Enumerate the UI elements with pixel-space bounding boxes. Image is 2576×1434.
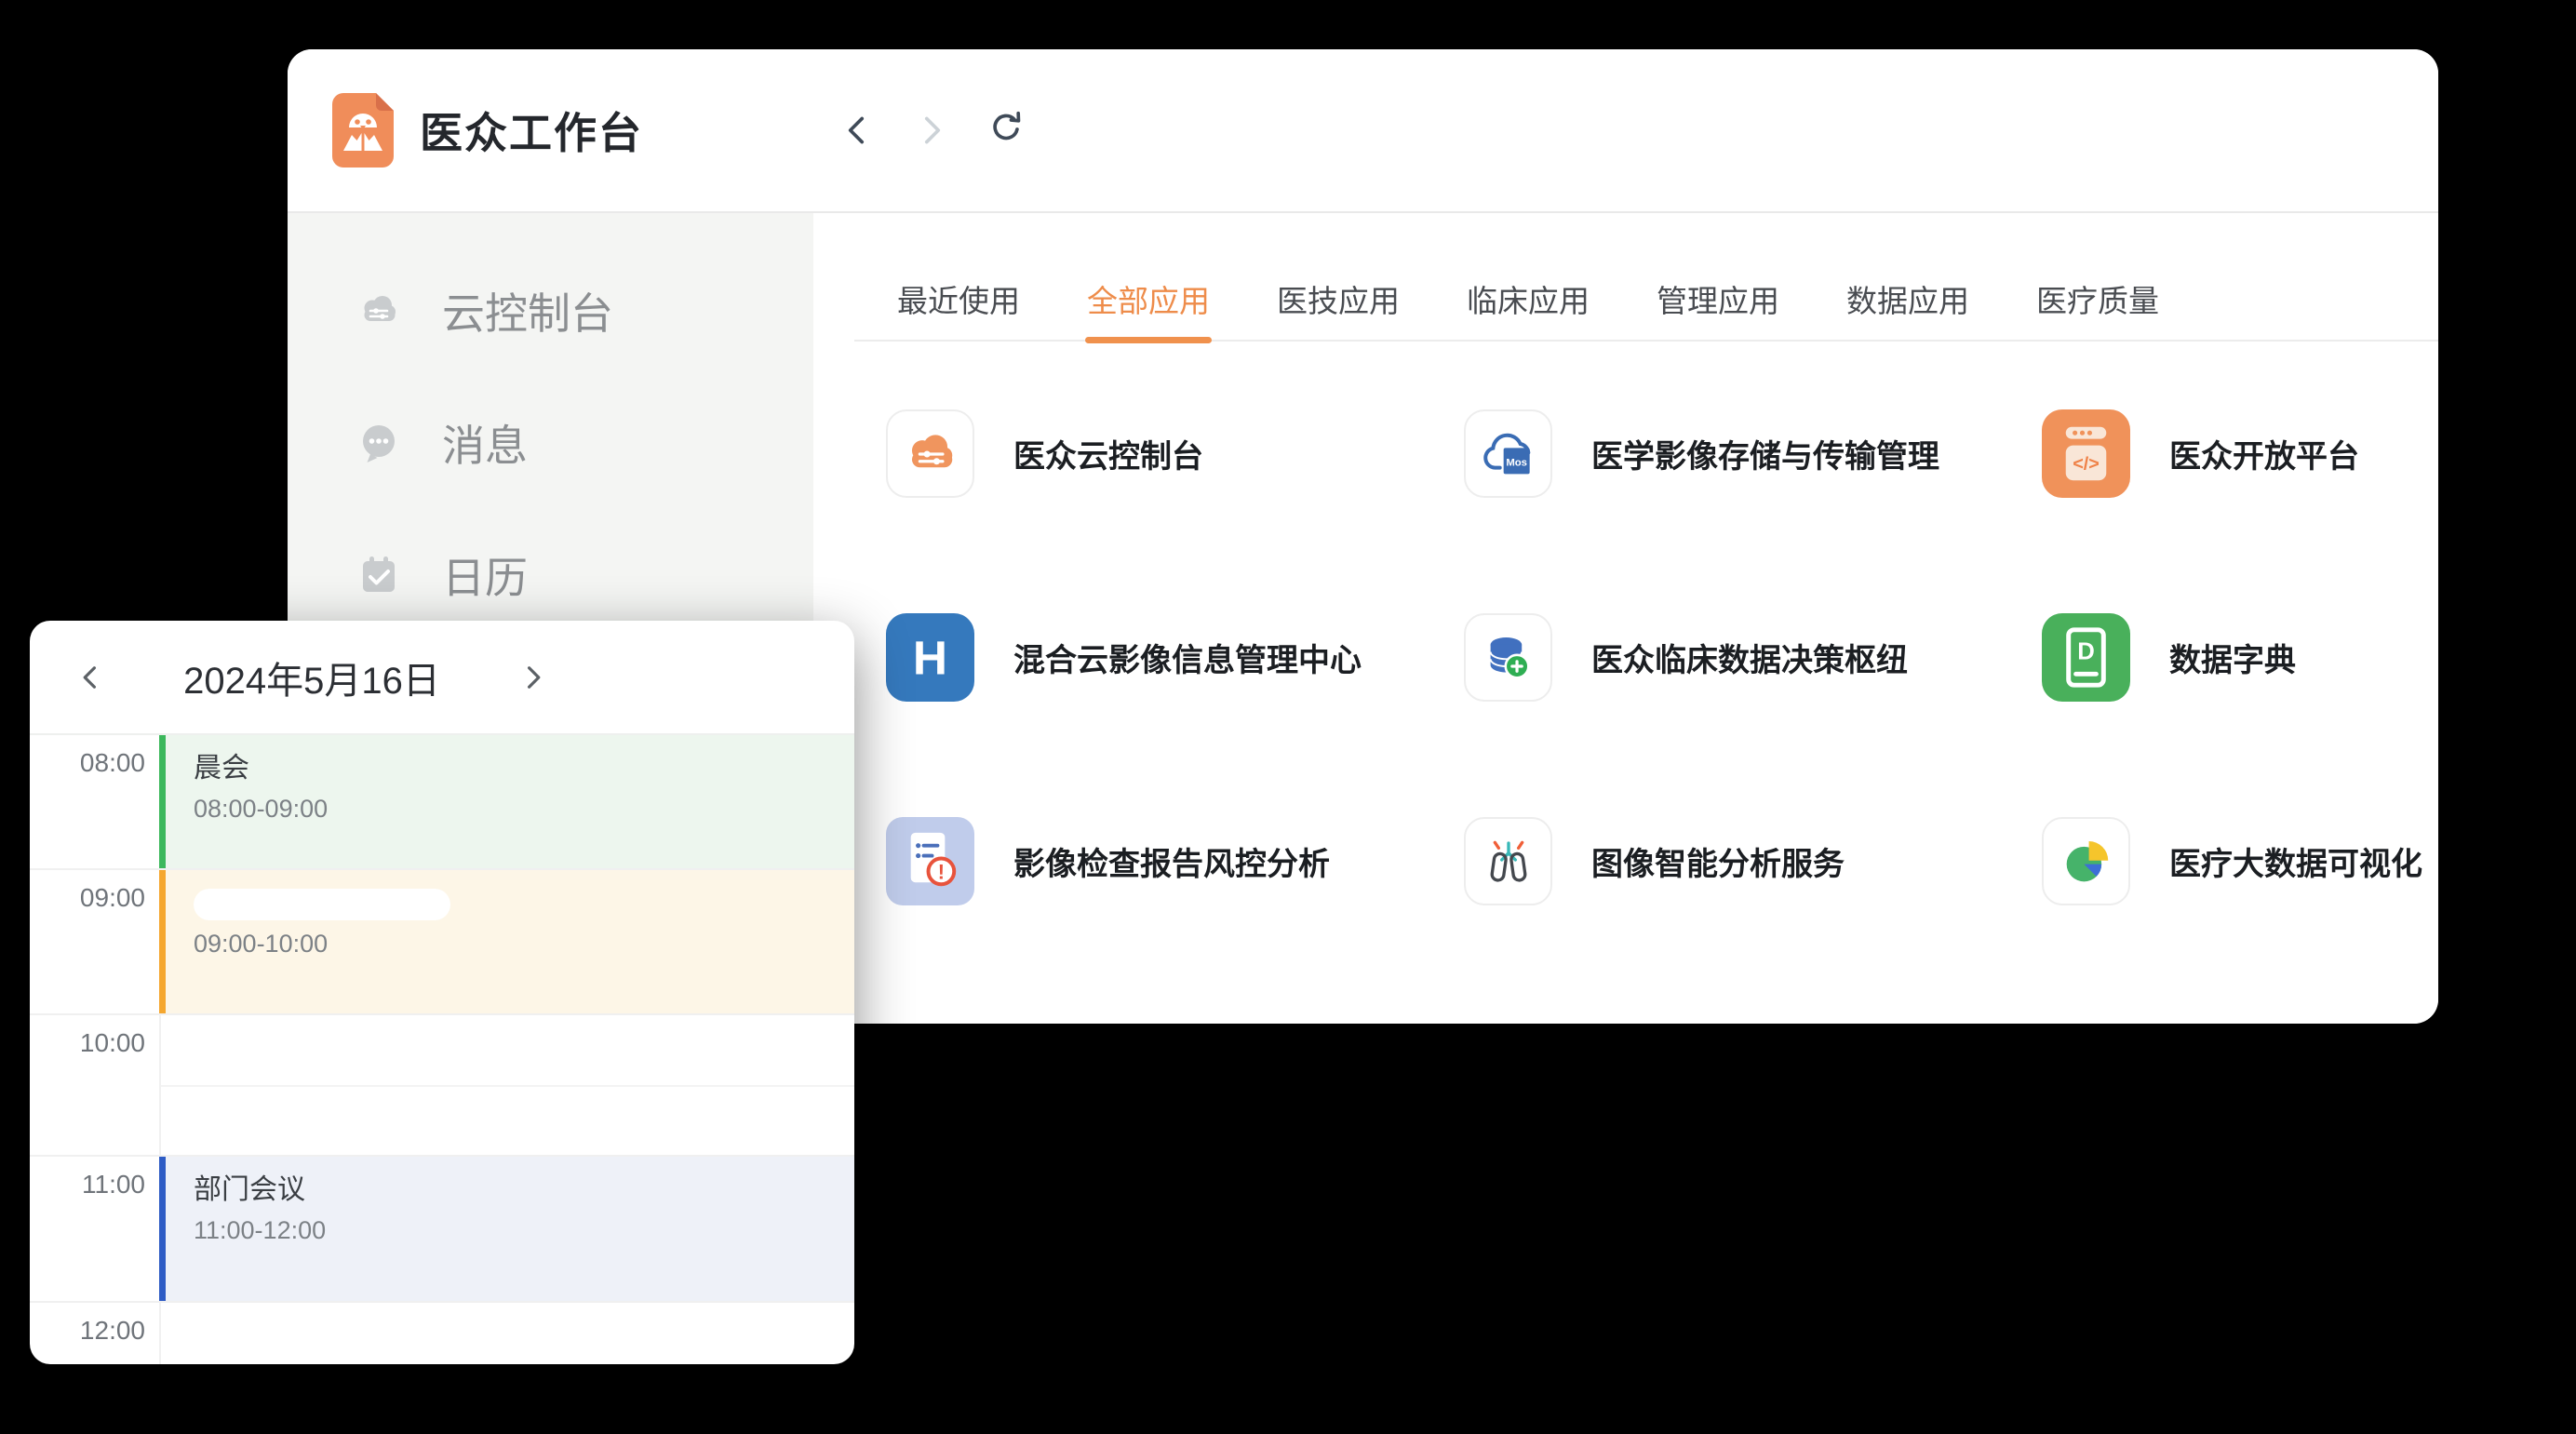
- app-data-dictionary[interactable]: D 数据字典: [2042, 613, 2438, 702]
- code-window-icon: </>: [2042, 409, 2130, 498]
- event-time: 11:00-12:00: [194, 1216, 854, 1245]
- report-alert-icon: !: [886, 817, 974, 905]
- tab-medtech-apps[interactable]: 医技应用: [1277, 276, 1400, 340]
- app-label: 医众开放平台: [2169, 431, 2359, 476]
- chevron-left-icon: [836, 109, 879, 152]
- database-plus-icon: [1464, 613, 1552, 702]
- svg-text:</>: </>: [2073, 453, 2100, 474]
- tabs-bar: 最近使用 全部应用 医技应用 临床应用 管理应用 数据应用 医疗质量: [854, 276, 2438, 342]
- app-label: 医众临床数据决策枢纽: [1591, 635, 1908, 680]
- time-label: 08:00: [30, 748, 145, 778]
- tab-management-apps[interactable]: 管理应用: [1657, 276, 1779, 340]
- cloud-settings-icon: [356, 288, 401, 333]
- sidebar-item-label: 日历: [442, 544, 528, 606]
- event-title-redacted-pill: [194, 889, 450, 920]
- sidebar-item-messages[interactable]: 消息: [288, 405, 813, 481]
- forward-button[interactable]: [909, 108, 954, 153]
- nav-controls: [835, 49, 1028, 211]
- tab-data-apps[interactable]: 数据应用: [1846, 276, 1969, 340]
- svg-text:H: H: [913, 630, 947, 684]
- calendar-row-0800: 08:00 晨会 08:00-09:00: [30, 735, 854, 868]
- time-label: 10:00: [30, 1028, 145, 1058]
- main-content: 最近使用 全部应用 医技应用 临床应用 管理应用 数据应用 医疗质量: [813, 213, 2438, 1024]
- event-title: 部门会议: [194, 1173, 854, 1207]
- app-report-risk-analysis[interactable]: ! 影像检查报告风控分析: [886, 817, 1464, 905]
- window-title: 医众工作台: [420, 49, 643, 211]
- app-image-analysis-service[interactable]: 图像智能分析服务: [1464, 817, 2042, 905]
- app-label: 医学影像存储与传输管理: [1591, 431, 1939, 476]
- back-button[interactable]: [835, 108, 879, 153]
- dictionary-book-icon: D: [2042, 613, 2130, 702]
- app-logo-icon: [332, 93, 394, 168]
- hybrid-cloud-icon: H: [886, 613, 974, 702]
- app-clinical-data-hub[interactable]: 医众临床数据决策枢纽: [1464, 613, 2042, 702]
- lungs-analysis-icon: [1464, 817, 1552, 905]
- event-time: 08:00-09:00: [194, 795, 854, 824]
- refresh-icon: [985, 109, 1027, 152]
- sidebar-item-label: 云控制台: [442, 280, 613, 342]
- app-grid: 医众云控制台 Mos 医学影像存储与传输管理: [886, 409, 2438, 1021]
- tab-clinical-apps[interactable]: 临床应用: [1467, 276, 1590, 340]
- calendar-check-icon: [356, 553, 401, 597]
- app-label: 影像检查报告风控分析: [1013, 838, 1330, 884]
- tab-all-apps[interactable]: 全部应用: [1087, 276, 1210, 340]
- app-label: 图像智能分析服务: [1591, 838, 1845, 884]
- svg-text:Mos: Mos: [1506, 457, 1527, 468]
- message-bubble-icon: [356, 421, 401, 465]
- desktop-background: 医众工作台: [0, 0, 2576, 1434]
- blue-cloud-storage-icon: Mos: [1464, 409, 1552, 498]
- calendar-date: 2024年5月16日: [112, 650, 512, 704]
- svg-text:!: !: [938, 860, 945, 883]
- window-header: 医众工作台: [288, 49, 2438, 213]
- calendar-row-0900: 09:00 09:00-10:00: [30, 868, 854, 1013]
- calendar-prev-button[interactable]: [71, 657, 112, 698]
- calendar-event-department-meeting[interactable]: 部门会议 11:00-12:00: [159, 1157, 854, 1301]
- tab-recently-used[interactable]: 最近使用: [897, 276, 1020, 340]
- time-label: 12:00: [30, 1316, 145, 1346]
- calendar-row-1100: 11:00 部门会议 11:00-12:00: [30, 1155, 854, 1301]
- sidebar-item-label: 消息: [442, 412, 528, 474]
- refresh-button[interactable]: [984, 108, 1028, 153]
- calendar-next-button[interactable]: [512, 657, 553, 698]
- tab-medical-quality[interactable]: 医疗质量: [2036, 276, 2159, 340]
- svg-text:D: D: [2077, 638, 2095, 664]
- calendar-row-1200: 12:00: [30, 1301, 854, 1364]
- calendar-panel: 2024年5月16日 08:00 晨会 08:00-09:00 09:00 0: [30, 621, 854, 1364]
- half-hour-gridline: [161, 1085, 854, 1087]
- sidebar-item-cloud-console[interactable]: 云控制台: [288, 273, 813, 349]
- chevron-left-icon: [75, 662, 107, 693]
- app-label: 医众云控制台: [1013, 431, 1203, 476]
- chevron-right-icon: [910, 109, 953, 152]
- orange-cloud-sliders-icon: [886, 409, 974, 498]
- calendar-day-view: 08:00 晨会 08:00-09:00 09:00 09:00-10:00 1…: [30, 735, 854, 1364]
- app-bigdata-visualization[interactable]: 医疗大数据可视化: [2042, 817, 2438, 905]
- calendar-event-morning-meeting[interactable]: 晨会 08:00-09:00: [159, 735, 854, 868]
- app-label: 数据字典: [2169, 635, 2296, 680]
- app-open-platform[interactable]: </> 医众开放平台: [2042, 409, 2438, 498]
- time-label: 11:00: [30, 1170, 145, 1199]
- app-cloud-console[interactable]: 医众云控制台: [886, 409, 1464, 498]
- event-time: 09:00-10:00: [194, 930, 854, 958]
- pie-chart-icon: [2042, 817, 2130, 905]
- app-label: 医疗大数据可视化: [2169, 838, 2422, 884]
- app-imaging-storage-transfer[interactable]: Mos 医学影像存储与传输管理: [1464, 409, 2042, 498]
- sidebar-item-calendar[interactable]: 日历: [288, 537, 813, 613]
- app-hybrid-cloud-imaging-center[interactable]: H 混合云影像信息管理中心: [886, 613, 1464, 702]
- calendar-row-1000: 10:00: [30, 1013, 854, 1155]
- app-label: 混合云影像信息管理中心: [1013, 635, 1362, 680]
- calendar-event-redacted[interactable]: 09:00-10:00: [159, 870, 854, 1013]
- chevron-right-icon: [517, 662, 548, 693]
- time-label: 09:00: [30, 883, 145, 913]
- calendar-header: 2024年5月16日: [30, 621, 854, 735]
- event-title: 晨会: [194, 752, 854, 785]
